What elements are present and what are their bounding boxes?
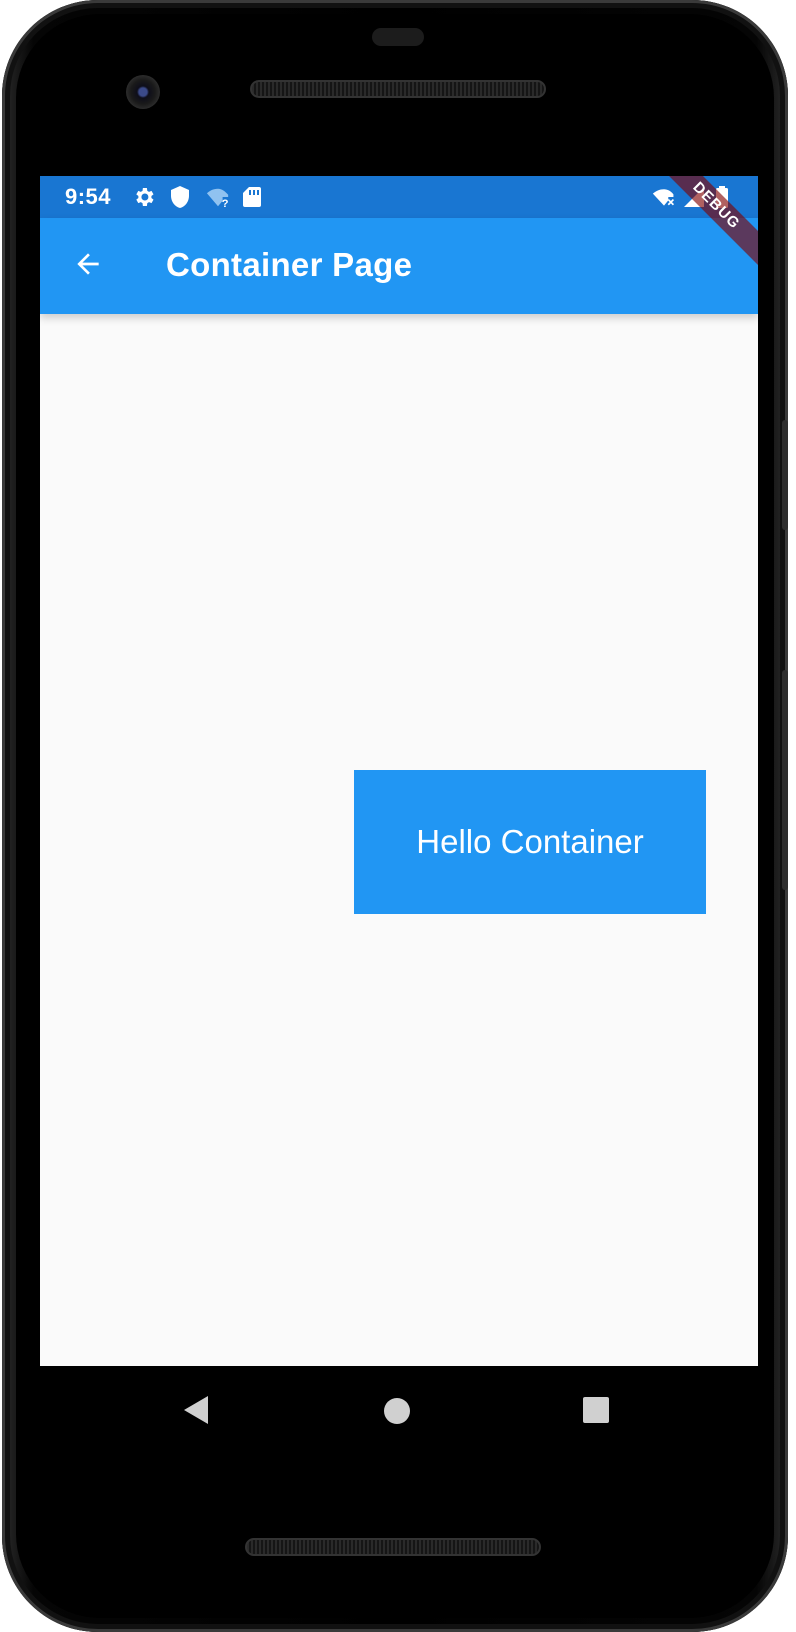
recents-square-icon xyxy=(583,1397,609,1423)
shield-icon xyxy=(168,185,192,209)
arrow-back-icon xyxy=(72,248,104,285)
wifi-unknown-icon: ? xyxy=(206,185,230,209)
phone-frame: 9:54 ? Container Page DEBUG Hello Contai… xyxy=(2,0,788,1632)
hello-container: Hello Container xyxy=(354,770,706,914)
page-title: Container Page xyxy=(166,246,413,283)
nav-home-button[interactable] xyxy=(382,1396,412,1426)
top-earpiece xyxy=(372,28,424,46)
volume-button xyxy=(782,670,788,890)
nav-back-button[interactable] xyxy=(180,1392,216,1428)
status-bar: 9:54 ? xyxy=(40,176,758,218)
nav-recents-button[interactable] xyxy=(582,1396,610,1424)
back-triangle-icon xyxy=(184,1396,208,1424)
svg-text:?: ? xyxy=(222,198,229,209)
back-button[interactable] xyxy=(60,238,116,294)
settings-icon xyxy=(132,185,156,209)
container-text: Hello Container xyxy=(416,823,644,860)
sd-card-icon xyxy=(240,185,264,209)
power-button xyxy=(782,420,788,530)
screen: 9:54 ? Container Page DEBUG Hello Contai… xyxy=(40,176,758,1366)
home-circle-icon xyxy=(384,1398,410,1424)
status-time: 9:54 xyxy=(65,184,112,209)
bottom-speaker-grille xyxy=(245,1538,541,1556)
front-camera xyxy=(126,75,160,109)
app-bar: Container Page xyxy=(40,218,758,314)
wifi-off-icon xyxy=(652,185,676,209)
top-speaker-grille xyxy=(250,80,546,98)
